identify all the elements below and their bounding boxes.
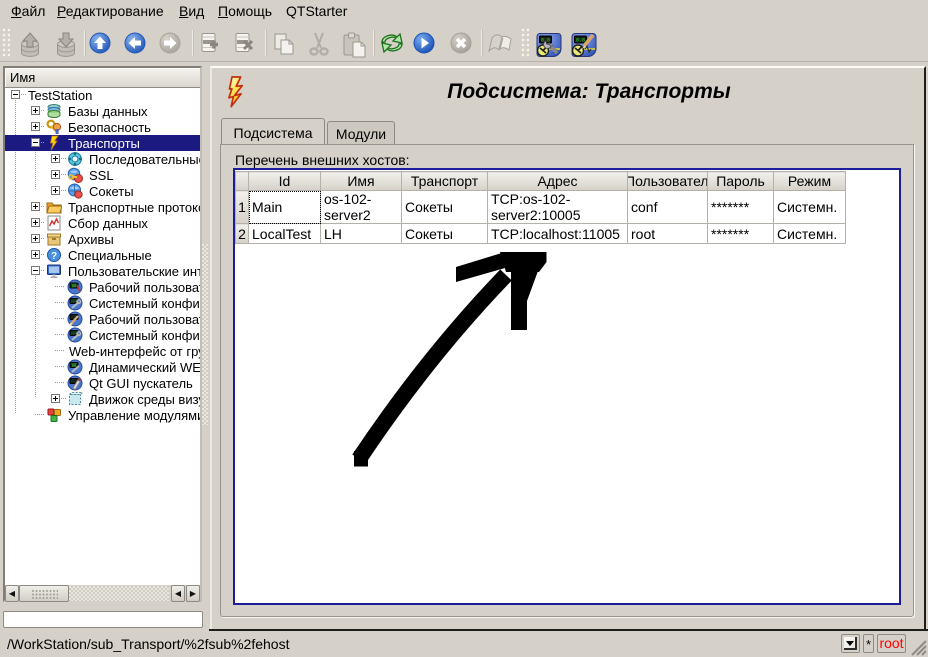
svg-text:8.8: 8.8 <box>576 38 585 44</box>
svg-text:W: W <box>72 284 77 290</box>
svg-text:?: ? <box>51 251 57 262</box>
